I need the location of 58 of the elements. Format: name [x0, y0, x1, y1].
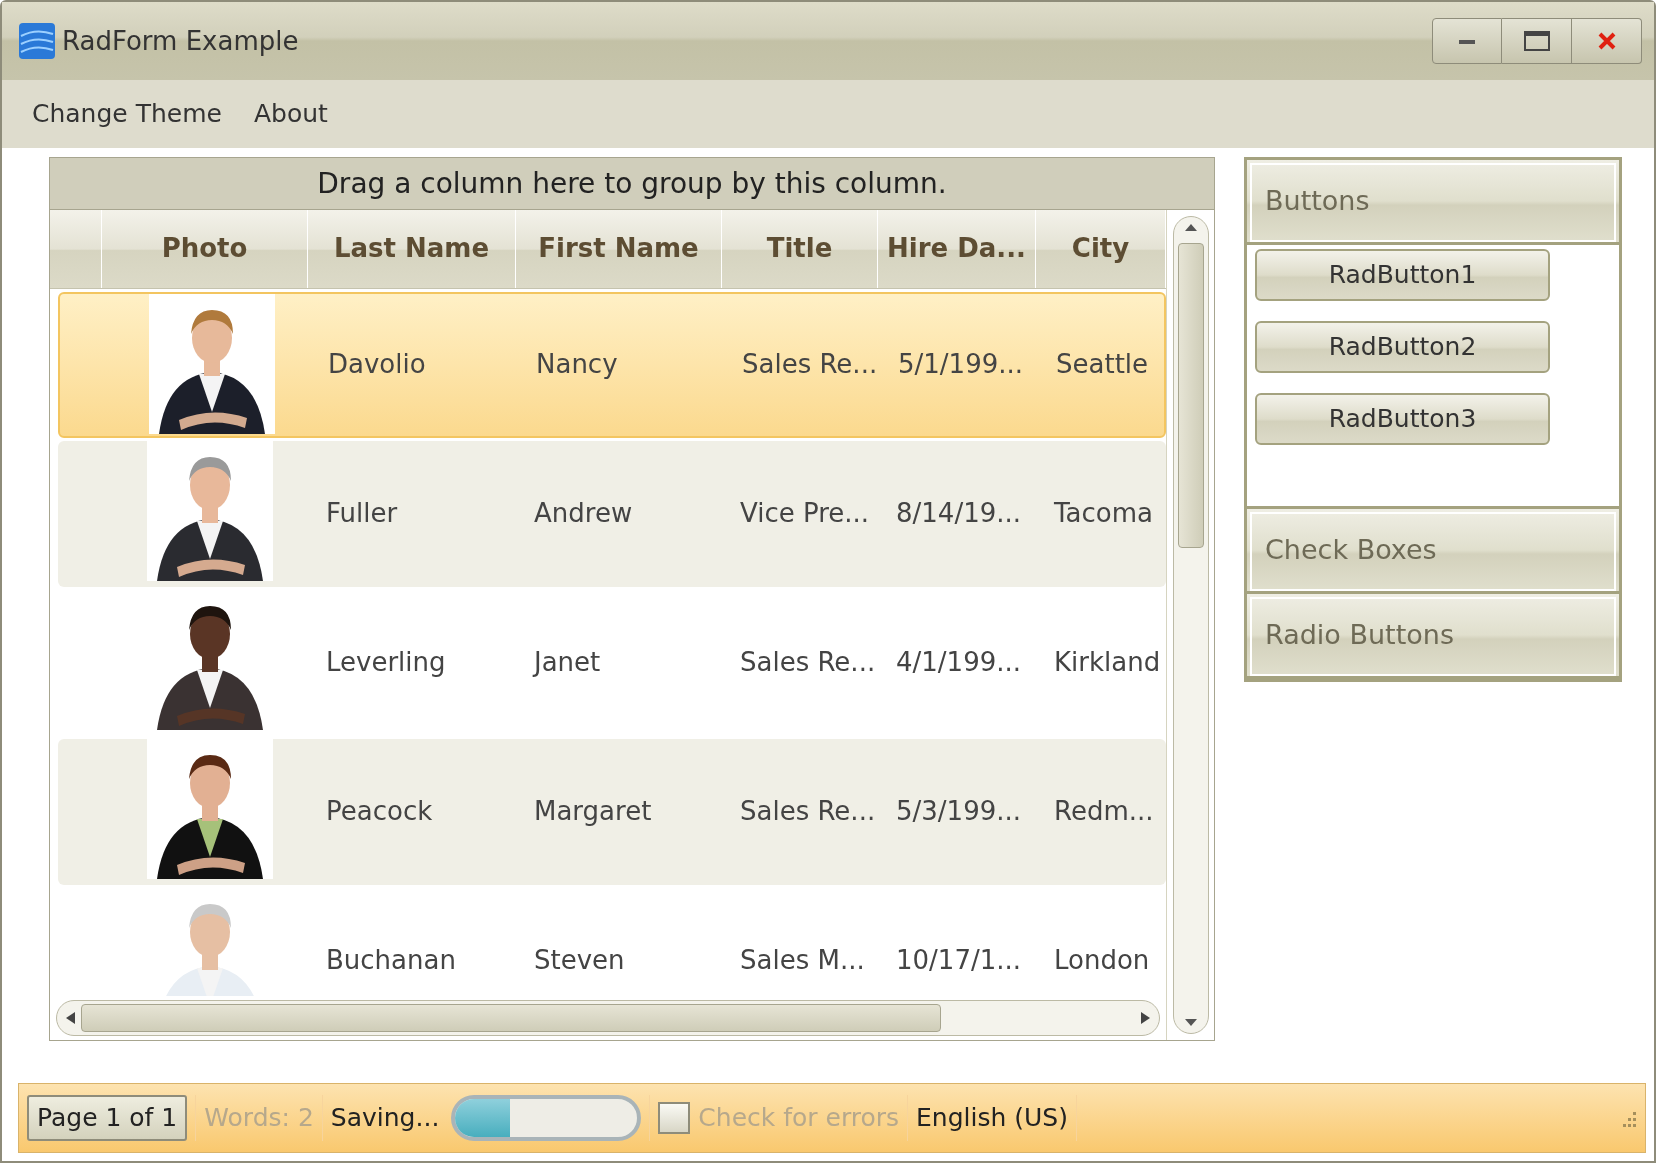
checkbox[interactable]	[658, 1102, 691, 1134]
language-label: English (US)	[916, 1102, 1068, 1135]
column-header[interactable]: Last Name	[308, 210, 516, 288]
table-cell-text: Seattle	[1055, 348, 1150, 382]
table-cell-text: Margaret	[533, 795, 653, 829]
column-header[interactable]: Photo	[102, 210, 308, 288]
column-header[interactable]: Hire Da...	[878, 210, 1036, 288]
app-icon	[18, 22, 56, 60]
panel-header[interactable]: Check Boxes	[1247, 509, 1619, 594]
word-count: Words: 2	[204, 1102, 314, 1135]
table-cell-text: Sales Re...	[739, 646, 877, 680]
menu-item[interactable]: Change Theme	[32, 95, 222, 133]
column-header[interactable]: Title	[722, 210, 878, 288]
rad-button[interactable]: RadButton1	[1255, 249, 1550, 301]
table-cell-text: Janet	[531, 646, 602, 680]
table-cell-text: Nancy	[535, 348, 619, 382]
table-cell-text: Andrew	[533, 497, 634, 531]
close-icon	[1596, 31, 1617, 51]
table-cell-text: London	[1053, 944, 1151, 978]
window-title: RadForm Example	[62, 24, 299, 58]
panel-header[interactable]: Radio Buttons	[1247, 594, 1619, 679]
menu-item[interactable]: About	[253, 95, 328, 133]
group-panel[interactable]: Drag a column here to group by this column.	[50, 158, 1214, 210]
table-row[interactable]: Davolio Nancy Sales Re... 5/1/199... Seattle	[58, 291, 1166, 438]
table-cell-text: Kirkland	[1053, 646, 1162, 680]
page-indicator[interactable]: Page 1 of 1	[27, 1095, 188, 1141]
table-cell-text: Buchanan	[325, 944, 457, 978]
table-cell-text: 10/17/1...	[895, 944, 1023, 978]
table-cell-text: Davolio	[327, 348, 427, 382]
saving-label: Saving...	[330, 1102, 440, 1135]
vertical-scrollbar[interactable]	[1172, 216, 1209, 1034]
table-cell-text: Sales Re...	[739, 795, 877, 829]
minimize-icon	[1458, 37, 1476, 45]
panel-header[interactable]: Buttons	[1247, 160, 1619, 245]
table-cell-text: Fuller	[325, 497, 399, 531]
table-cell-text: Redm...	[1053, 795, 1155, 829]
table-cell-text: 5/3/199...	[895, 795, 1023, 829]
table-cell-text: Steven	[533, 944, 626, 978]
table-cell-text: 8/14/19...	[895, 497, 1023, 531]
table-cell-text: 5/1/199...	[897, 348, 1025, 382]
table-cell-text: 4/1/199...	[895, 646, 1023, 680]
close-button[interactable]	[1572, 18, 1642, 64]
table-row[interactable]: Leverling Janet Sales Re... 4/1/199... Kirkland	[58, 589, 1166, 736]
table-cell-text: Leverling	[325, 646, 447, 680]
table-cell-text: Peacock	[325, 795, 434, 829]
maximize-icon	[1522, 30, 1551, 52]
column-header[interactable]: First Name	[516, 210, 722, 288]
checkbox-label: Check for errors	[698, 1102, 900, 1135]
table-row[interactable]: Fuller Andrew Vice Pre... 8/14/19... Tacoma	[58, 440, 1166, 587]
horizontal-scrollbar[interactable]	[56, 1000, 1160, 1036]
rad-button[interactable]: RadButton2	[1255, 321, 1550, 373]
table-cell-text: Sales M...	[739, 944, 866, 978]
table-cell-text: Vice Pre...	[739, 497, 871, 531]
maximize-button[interactable]	[1502, 18, 1572, 64]
table-cell-text: Tacoma	[1053, 497, 1154, 531]
rad-button[interactable]: RadButton3	[1255, 393, 1550, 445]
table-row[interactable]: Peacock Margaret Sales Re... 5/3/199... Redm...	[58, 738, 1166, 885]
table-cell-text: Sales Re...	[741, 348, 879, 382]
